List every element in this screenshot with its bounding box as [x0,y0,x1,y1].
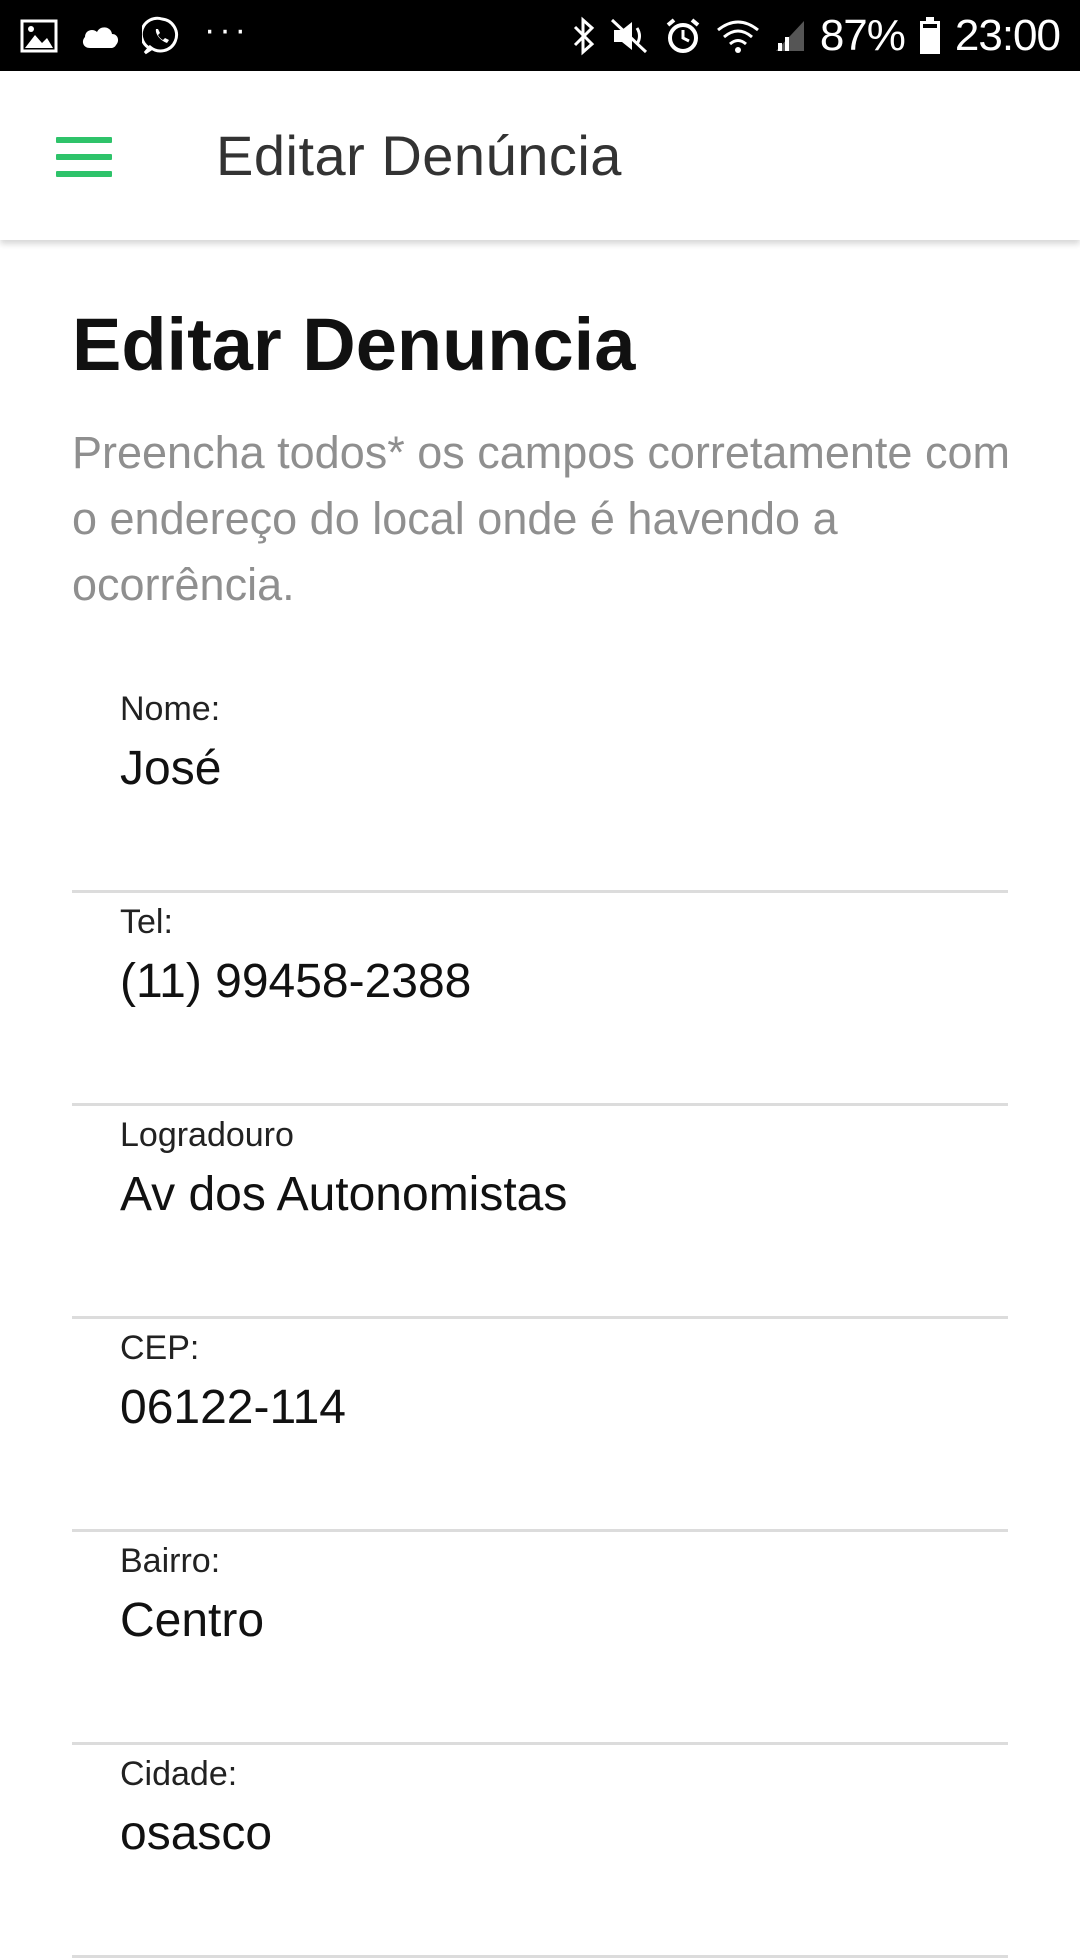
nome-input[interactable] [120,736,980,800]
image-icon [20,19,58,53]
menu-line [56,154,112,160]
field-label: Logradouro [120,1116,294,1154]
tel-input[interactable] [120,949,980,1013]
cidade-input[interactable] [120,1801,980,1865]
bairro-input[interactable] [120,1588,980,1652]
field-cep: CEP: [72,1319,1008,1532]
status-bar: ··· 87% 23:00 [0,0,1080,71]
field-label: Cidade: [120,1755,238,1793]
battery-percentage: 87% [819,10,906,60]
status-time: 23:00 [954,10,1061,60]
field-nome: Nome: [72,680,1008,893]
field-logradouro: Logradouro [72,1106,1008,1319]
app-bar: Editar Denúncia [0,71,1080,240]
more-notifications-icon: ··· [204,10,250,49]
field-bairro: Bairro: [72,1532,1008,1745]
field-label: Tel: [120,903,173,941]
signal-icon [774,19,806,53]
hamburger-menu-icon[interactable] [56,137,112,177]
menu-line [56,137,112,143]
wifi-icon [716,18,760,54]
app-bar-title: Editar Denúncia [216,124,622,187]
page-title: Editar Denuncia [72,303,636,386]
field-label: Nome: [120,690,221,728]
field-cidade: Cidade: [72,1745,1008,1958]
bluetooth-icon [572,16,596,56]
status-right-icons: 87% 23:00 [572,10,1061,61]
page-description: Preencha todos* os campos corretamente c… [72,427,1010,610]
field-label: Bairro: [120,1542,221,1580]
field-tel: Tel: [72,893,1008,1106]
menu-line [56,171,112,177]
whatsapp-icon [142,16,182,56]
cloud-icon [80,23,120,49]
mute-icon [610,18,650,54]
alarm-icon [664,17,702,55]
field-label: CEP: [120,1329,200,1367]
logradouro-input[interactable] [120,1162,980,1226]
status-left-icons: ··· [20,10,250,56]
cep-input[interactable] [120,1375,980,1439]
battery-icon [919,16,941,55]
